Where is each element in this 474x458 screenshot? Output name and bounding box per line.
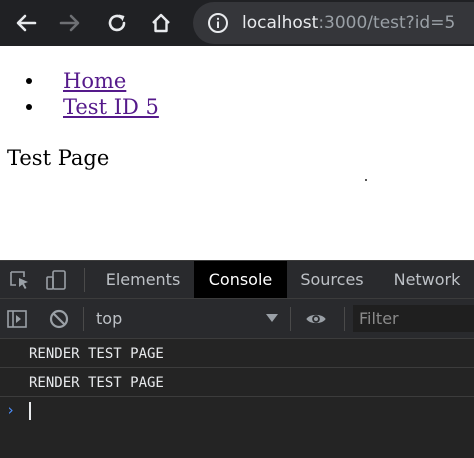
clear-console-icon[interactable] <box>48 308 70 330</box>
context-selector[interactable]: top <box>96 308 122 330</box>
console-prompt[interactable]: › <box>0 399 474 423</box>
home-icon <box>152 13 170 33</box>
console-output: RENDER TEST PAGE RENDER TEST PAGE › <box>0 339 474 458</box>
console-message-text: RENDER TEST PAGE <box>29 375 164 391</box>
page-viewport: Home Test ID 5 Test Page <box>0 46 474 260</box>
address-bar[interactable]: localhost:3000/test?id=5 <box>193 2 474 44</box>
eye-icon[interactable] <box>305 308 327 330</box>
tab-network[interactable]: Network <box>377 261 474 298</box>
url-host: localhost <box>242 13 319 33</box>
arrow-left-icon <box>16 14 37 32</box>
filter-input[interactable] <box>353 305 474 332</box>
test-id-link[interactable]: Test ID 5 <box>43 95 159 119</box>
forward-button[interactable] <box>53 6 87 40</box>
nav-list: Home Test ID 5 <box>26 68 159 120</box>
home-link[interactable]: Home <box>43 69 126 93</box>
home-button[interactable] <box>144 6 178 40</box>
console-message: RENDER TEST PAGE <box>0 340 474 368</box>
sidebar-toggle-icon[interactable] <box>6 308 28 330</box>
url-text[interactable]: localhost:3000/test?id=5 <box>242 11 455 35</box>
list-item: Test ID 5 <box>26 94 159 120</box>
console-toolbar: top <box>0 299 474 339</box>
divider <box>84 268 85 292</box>
info-icon[interactable] <box>207 12 229 34</box>
browser-toolbar: localhost:3000/test?id=5 <box>0 0 474 46</box>
reload-icon <box>108 14 126 32</box>
prompt-chevron-icon: › <box>6 401 16 419</box>
list-item: Home <box>26 68 159 94</box>
stray-dot <box>365 179 367 181</box>
reload-button[interactable] <box>100 6 134 40</box>
page-title: Test Page <box>7 146 110 170</box>
tab-console[interactable]: Console <box>194 261 287 298</box>
devtools-tabbar: Elements Console Sources Network <box>0 261 474 299</box>
console-message-text: RENDER TEST PAGE <box>29 346 164 362</box>
back-button[interactable] <box>9 6 43 40</box>
url-path: :3000/test?id=5 <box>318 13 456 33</box>
tab-elements[interactable]: Elements <box>92 261 194 298</box>
devtools-panel: Elements Console Sources Network top REN… <box>0 260 474 458</box>
dropdown-caret-icon[interactable] <box>266 314 278 322</box>
device-toolbar-icon[interactable] <box>44 269 68 291</box>
divider <box>344 307 345 331</box>
divider <box>290 307 291 331</box>
divider <box>83 307 84 331</box>
arrow-right-icon <box>59 14 80 32</box>
tab-sources[interactable]: Sources <box>287 261 377 298</box>
text-cursor <box>29 402 31 420</box>
console-message: RENDER TEST PAGE <box>0 369 474 397</box>
inspect-element-icon[interactable] <box>8 269 32 291</box>
